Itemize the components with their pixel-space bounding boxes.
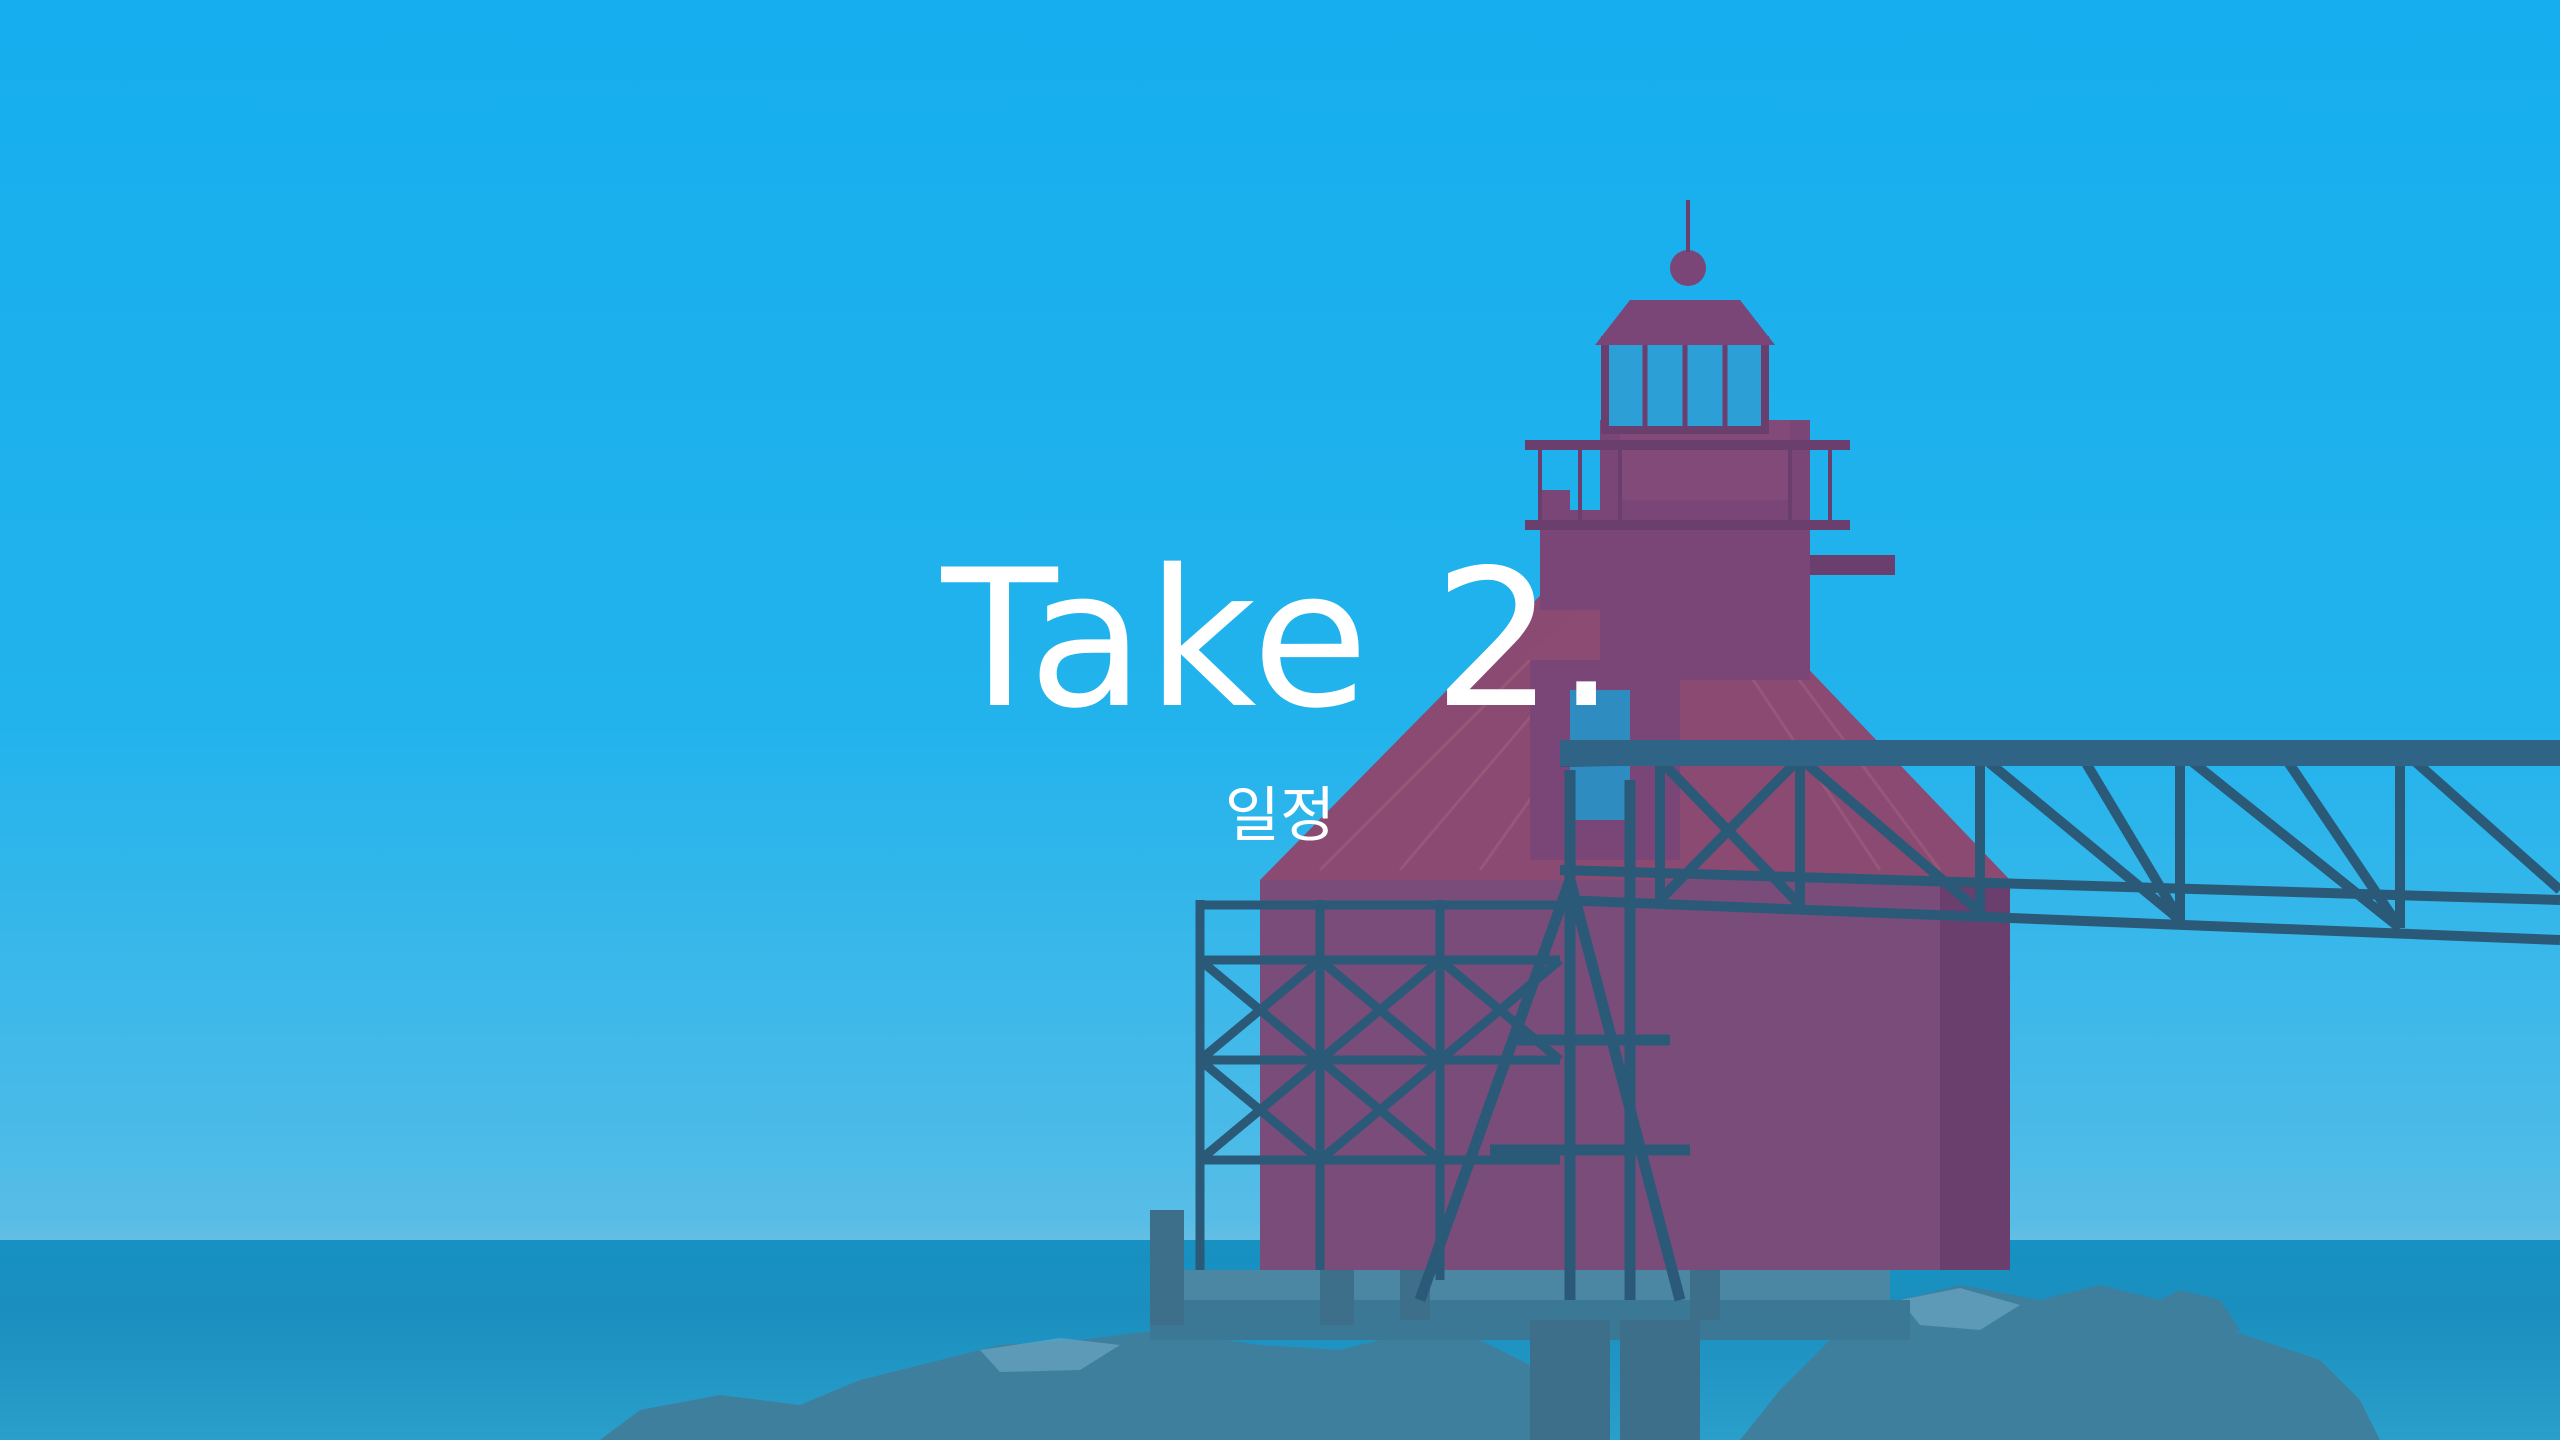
slide-canvas: Take 2. 일정 [0,0,2560,1440]
slide-subtitle: 일정 [1224,781,1336,851]
slide-title: Take 2. [941,529,1619,750]
